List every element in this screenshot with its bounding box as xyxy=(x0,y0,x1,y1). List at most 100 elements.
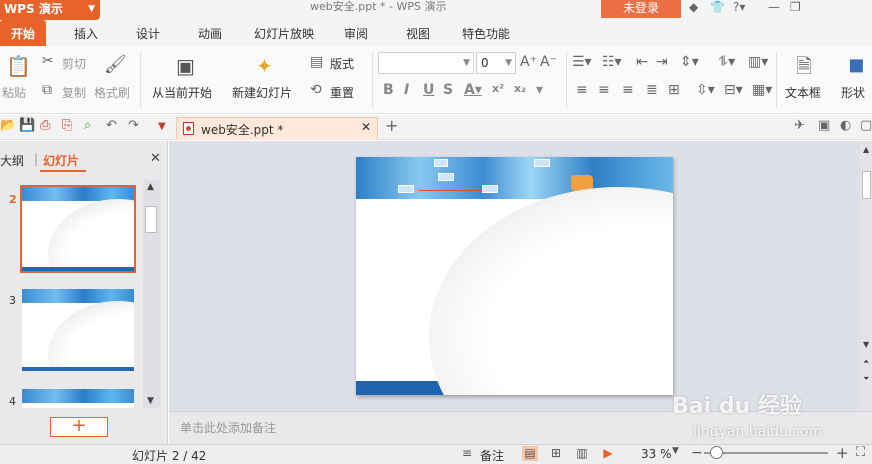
font-name-combo[interactable]: ▼ xyxy=(378,52,474,74)
close-icon[interactable]: ✕ xyxy=(361,120,371,134)
align-text-icon[interactable]: ⊟▾ xyxy=(724,82,743,98)
slide-number: 3 xyxy=(9,294,16,307)
restore-icon[interactable]: ❐ xyxy=(790,0,801,14)
chevron-down-icon[interactable]: ▼ xyxy=(672,446,679,456)
align-center-icon[interactable]: ≡ xyxy=(598,82,610,98)
tab-design[interactable]: 设计 xyxy=(122,20,174,46)
align-right-icon[interactable]: ≡ xyxy=(622,82,634,98)
new-slide-button[interactable]: 新建幻灯片 xyxy=(232,84,292,101)
layout-icon: ▤ xyxy=(310,54,324,70)
font-size-combo[interactable]: 0 ▼ xyxy=(476,52,516,74)
increase-indent-icon[interactable]: ⇥ xyxy=(656,54,668,70)
redo-icon[interactable]: ↷ xyxy=(128,118,139,133)
tab-slides[interactable]: 幻灯片 xyxy=(43,152,79,169)
shrink-font-icon[interactable]: A⁻ xyxy=(540,54,557,70)
paragraph-spacing-icon[interactable]: ⇳▾ xyxy=(696,82,715,98)
char-spacing-icon[interactable]: ▾ xyxy=(536,82,543,98)
notes-icon[interactable]: ≡ xyxy=(462,446,472,460)
zoom-in-icon[interactable]: + xyxy=(836,444,849,462)
bullets-icon[interactable]: ☰▾ xyxy=(572,54,592,70)
scroll-up-icon[interactable]: ▲ xyxy=(147,182,154,192)
tab-review[interactable]: 审阅 xyxy=(330,20,382,46)
document-tab[interactable]: web安全.ppt * ✕ xyxy=(176,117,378,140)
justify-icon[interactable]: ≣ xyxy=(646,82,658,98)
slide-thumbnail[interactable] xyxy=(22,389,134,408)
chevron-down-icon: ▼ xyxy=(505,58,512,68)
chat-icon[interactable]: ▢ xyxy=(860,118,872,133)
notes-placeholder[interactable]: 单击此处添加备注 xyxy=(180,419,276,436)
underline-icon[interactable]: U xyxy=(423,82,434,98)
slideshow-icon[interactable]: ▶ xyxy=(600,446,616,461)
slide-thumbnail[interactable] xyxy=(22,289,134,371)
current-slide[interactable] xyxy=(356,157,673,395)
subscript-icon[interactable]: x₂ xyxy=(514,82,526,95)
fit-window-icon[interactable]: ⛶ xyxy=(856,445,865,460)
distribute-icon[interactable]: ⊞ xyxy=(668,82,680,98)
scrollbar-thumb[interactable] xyxy=(862,171,871,199)
window-icon[interactable]: ▣ xyxy=(818,118,830,133)
minimize-icon[interactable]: — xyxy=(768,0,780,14)
zoom-slider-knob[interactable] xyxy=(710,446,723,459)
paste-button[interactable]: 粘贴 xyxy=(2,84,26,101)
scrollbar-thumb[interactable] xyxy=(145,206,157,233)
font-color-icon[interactable]: A▾ xyxy=(464,82,482,98)
strikethrough-icon[interactable]: S xyxy=(443,82,453,98)
text-direction-icon[interactable]: ⥮▾ xyxy=(718,54,735,70)
tab-outline[interactable]: 大纲 xyxy=(0,152,24,169)
textbox-button[interactable]: 文本框 xyxy=(785,84,821,101)
tab-view[interactable]: 视图 xyxy=(392,20,444,46)
shirt-icon[interactable]: 👕 xyxy=(710,0,725,14)
add-slide-button[interactable]: + xyxy=(50,417,108,437)
notes-toggle[interactable]: 备注 xyxy=(480,447,504,464)
reset-button[interactable]: 重置 xyxy=(330,84,354,101)
slide-sorter-icon[interactable]: ⊞ xyxy=(548,446,564,461)
normal-view-icon[interactable]: ▤ xyxy=(522,446,538,461)
reading-view-icon[interactable]: ▥ xyxy=(574,446,590,461)
save-icon[interactable]: 💾 xyxy=(19,118,35,133)
help-icon[interactable]: ?▾ xyxy=(733,0,745,14)
italic-icon[interactable]: I xyxy=(404,82,409,98)
next-slide-icon[interactable]: ⏷ xyxy=(863,374,869,384)
play-from-current-button[interactable]: 从当前开始 xyxy=(152,84,212,101)
columns-icon[interactable]: ▥▾ xyxy=(748,54,768,70)
login-button[interactable]: 未登录 xyxy=(601,0,681,18)
tab-special[interactable]: 特色功能 xyxy=(454,20,518,46)
customize-toolbar-icon[interactable]: ▼ xyxy=(158,121,166,132)
chevron-down-icon: ▼ xyxy=(88,4,95,14)
close-icon[interactable]: ✕ xyxy=(150,151,161,166)
open-folder-icon[interactable]: 📂 xyxy=(0,118,16,133)
line-spacing-icon[interactable]: ⇕▾ xyxy=(680,54,699,70)
shape-button[interactable]: 形状 xyxy=(841,84,865,101)
scroll-down-icon[interactable]: ▼ xyxy=(863,340,869,349)
copy-button[interactable]: 复制 xyxy=(62,84,86,101)
tab-insert[interactable]: 插入 xyxy=(60,20,112,46)
share-icon[interactable]: ◐ xyxy=(840,118,851,133)
tool-icon[interactable]: ✈ xyxy=(794,118,805,133)
new-tab-icon[interactable]: + xyxy=(385,116,398,135)
skin-icon[interactable]: ◆ xyxy=(689,0,698,14)
align-left-icon[interactable]: ≡ xyxy=(576,82,588,98)
scroll-up-icon[interactable]: ▲ xyxy=(863,145,869,154)
undo-icon[interactable]: ↶ xyxy=(106,118,117,133)
cut-button[interactable]: 剪切 xyxy=(62,55,86,72)
bold-icon[interactable]: B xyxy=(383,82,394,98)
zoom-level[interactable]: 33 % xyxy=(641,447,672,461)
tab-animation[interactable]: 动画 xyxy=(184,20,236,46)
print-icon[interactable]: ⎘ xyxy=(62,118,72,133)
decrease-indent-icon[interactable]: ⇤ xyxy=(636,54,648,70)
zoom-out-icon[interactable]: − xyxy=(691,445,703,461)
print-preview-icon[interactable]: ⌕ xyxy=(84,118,91,133)
numbering-icon[interactable]: ☷▾ xyxy=(602,54,622,70)
grow-font-icon[interactable]: A⁺ xyxy=(520,54,537,70)
export-pdf-icon[interactable]: ⎙ xyxy=(40,118,50,133)
clear-format-icon[interactable]: x² xyxy=(492,82,504,95)
prev-slide-icon[interactable]: ⏶ xyxy=(863,357,869,367)
tab-slideshow[interactable]: 幻灯片放映 xyxy=(246,20,322,46)
smart-art-icon[interactable]: ▦▾ xyxy=(752,82,772,98)
app-menu-button[interactable]: WPS 演示 ▼ xyxy=(0,0,100,20)
layout-button[interactable]: 版式 xyxy=(330,55,354,72)
format-painter-button[interactable]: 格式刷 xyxy=(94,84,130,101)
scroll-down-icon[interactable]: ▼ xyxy=(147,396,154,406)
tab-home[interactable]: 开始 xyxy=(0,20,46,46)
slide-thumbnail[interactable] xyxy=(20,185,136,273)
